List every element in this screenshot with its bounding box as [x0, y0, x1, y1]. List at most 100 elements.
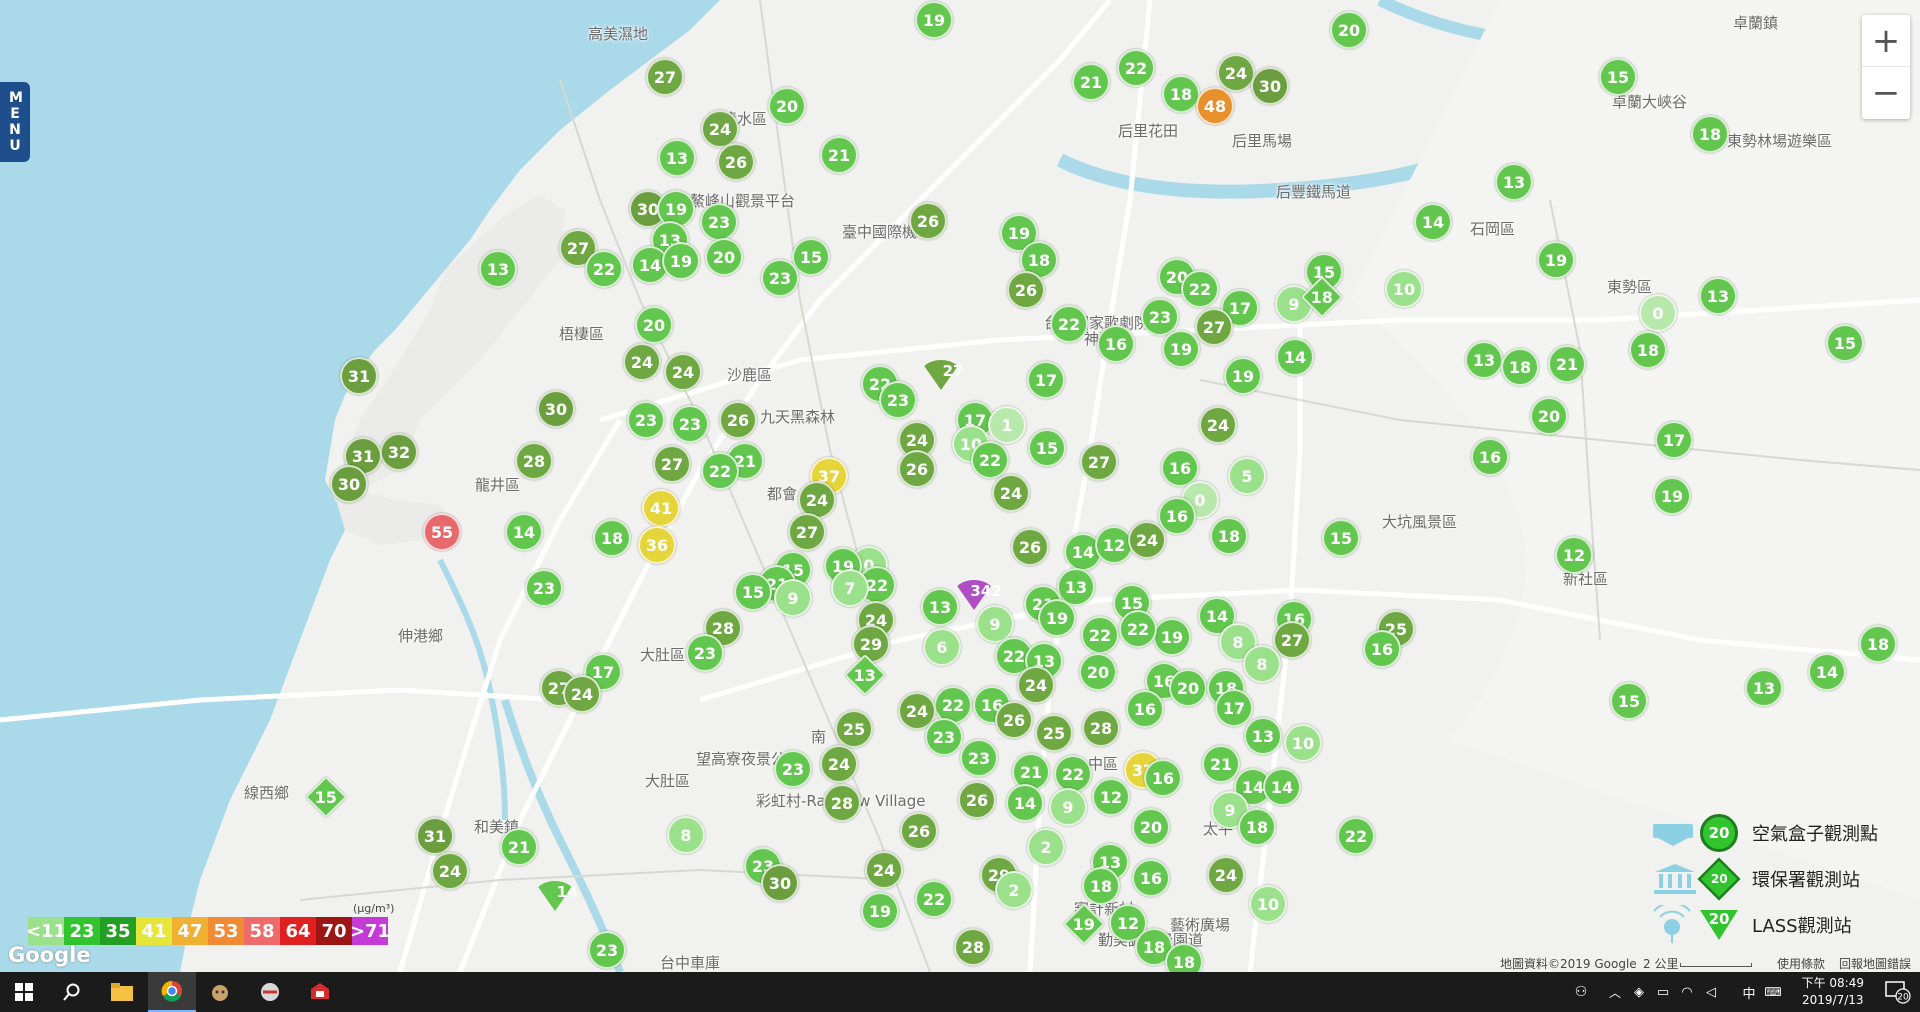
- airbox-marker[interactable]: 18: [1210, 517, 1248, 555]
- app-icon[interactable]: [196, 972, 244, 1012]
- airbox-marker[interactable]: 20: [635, 306, 673, 344]
- airbox-marker[interactable]: 48: [1196, 87, 1234, 125]
- airbox-marker[interactable]: 2: [1027, 828, 1065, 866]
- file-explorer-icon[interactable]: [98, 972, 146, 1012]
- chevron-up-icon[interactable]: ︿: [1604, 972, 1626, 1012]
- airbox-marker[interactable]: 22: [1081, 616, 1119, 654]
- airbox-marker[interactable]: 28: [823, 784, 861, 822]
- airbox-marker[interactable]: 22: [1337, 817, 1375, 855]
- airbox-marker[interactable]: 22: [701, 452, 739, 490]
- ime-indicator[interactable]: 中: [1738, 972, 1760, 1012]
- airbox-marker[interactable]: 20: [1169, 669, 1207, 707]
- wifi-icon[interactable]: ◠: [1676, 972, 1698, 1012]
- airbox-marker[interactable]: 12: [1092, 778, 1130, 816]
- menu-button[interactable]: MENU: [0, 82, 30, 162]
- airbox-marker[interactable]: 20: [1530, 397, 1568, 435]
- airbox-marker[interactable]: 21: [820, 136, 858, 174]
- airbox-marker[interactable]: 1: [988, 406, 1026, 444]
- airbox-marker[interactable]: 27: [1195, 308, 1233, 346]
- airbox-marker[interactable]: 18: [1162, 75, 1200, 113]
- windows-start-icon[interactable]: [0, 972, 48, 1012]
- airbox-marker[interactable]: 23: [700, 203, 738, 241]
- airbox-marker[interactable]: 29: [852, 625, 890, 663]
- airbox-marker[interactable]: 19: [1162, 330, 1200, 368]
- airbox-marker[interactable]: 20: [768, 87, 806, 125]
- airbox-marker[interactable]: 17: [1027, 361, 1065, 399]
- airbox-marker[interactable]: 22: [585, 250, 623, 288]
- airbox-marker[interactable]: 19: [1653, 477, 1691, 515]
- airbox-marker[interactable]: 13: [1244, 717, 1282, 755]
- airbox-marker[interactable]: 26: [909, 202, 947, 240]
- airbox-marker[interactable]: 22: [1054, 755, 1092, 793]
- airbox-marker[interactable]: 28: [954, 928, 992, 966]
- airbox-marker[interactable]: 20: [1132, 808, 1170, 846]
- airbox-marker[interactable]: 16: [1158, 497, 1196, 535]
- map-data-credit[interactable]: 地圖資料©2019 Google: [1500, 955, 1637, 972]
- airbox-marker[interactable]: 26: [898, 450, 936, 488]
- airbox-marker[interactable]: 23: [588, 931, 626, 969]
- airbox-marker[interactable]: 16: [1132, 859, 1170, 897]
- airbox-marker[interactable]: 30: [761, 864, 799, 902]
- airbox-marker[interactable]: 19: [1224, 357, 1262, 395]
- airbox-marker[interactable]: 24: [664, 353, 702, 391]
- volume-icon[interactable]: ◁: [1700, 972, 1722, 1012]
- airbox-marker[interactable]: 31: [340, 357, 378, 395]
- airbox-marker[interactable]: 10: [1385, 270, 1423, 308]
- airbox-marker[interactable]: 14: [1808, 653, 1846, 691]
- airbox-marker[interactable]: 8: [1243, 645, 1281, 683]
- airbox-marker[interactable]: 31: [416, 817, 454, 855]
- chrome-icon[interactable]: [148, 972, 196, 1012]
- airbox-marker[interactable]: 26: [995, 701, 1033, 739]
- airbox-marker[interactable]: 15: [1322, 519, 1360, 557]
- zoom-in-button[interactable]: +: [1862, 15, 1910, 67]
- airbox-marker[interactable]: 13: [1745, 669, 1783, 707]
- people-icon[interactable]: ⚇: [1566, 972, 1596, 1012]
- airbox-marker[interactable]: 14: [1263, 768, 1301, 806]
- airbox-marker[interactable]: 21: [1202, 745, 1240, 783]
- airbox-marker[interactable]: 24: [431, 852, 469, 890]
- airbox-marker[interactable]: 26: [1007, 271, 1045, 309]
- airbox-marker[interactable]: 18: [1629, 331, 1667, 369]
- airbox-marker[interactable]: 30: [330, 465, 368, 503]
- airbox-marker[interactable]: 18: [1501, 348, 1539, 386]
- airbox-marker[interactable]: 20: [1330, 11, 1368, 49]
- airbox-marker[interactable]: 24: [1217, 54, 1255, 92]
- airbox-marker[interactable]: 2: [995, 871, 1033, 909]
- airbox-marker[interactable]: 5: [1228, 457, 1266, 495]
- airbox-marker[interactable]: 41: [642, 489, 680, 527]
- airbox-marker[interactable]: 20: [1079, 653, 1117, 691]
- airbox-marker[interactable]: 6: [923, 628, 961, 666]
- airbox-marker[interactable]: 18: [1082, 867, 1120, 905]
- airbox-marker[interactable]: 10: [1284, 724, 1322, 762]
- airbox-marker[interactable]: 9: [1049, 788, 1087, 826]
- airbox-marker[interactable]: 26: [717, 143, 755, 181]
- airbox-marker[interactable]: 23: [925, 718, 963, 756]
- zoom-out-button[interactable]: −: [1862, 67, 1910, 119]
- airbox-marker[interactable]: 27: [1080, 443, 1118, 481]
- airbox-marker[interactable]: 15: [1610, 682, 1648, 720]
- app-icon[interactable]: [296, 972, 344, 1012]
- airbox-marker[interactable]: 14: [1276, 338, 1314, 376]
- airbox-marker[interactable]: 23: [761, 259, 799, 297]
- airbox-marker[interactable]: 18: [1691, 115, 1729, 153]
- airbox-marker[interactable]: 10: [1249, 885, 1287, 923]
- airbox-marker[interactable]: 14: [505, 513, 543, 551]
- airbox-marker[interactable]: 22: [971, 441, 1009, 479]
- airbox-marker[interactable]: 17: [1655, 421, 1693, 459]
- airbox-marker[interactable]: 27: [646, 58, 684, 96]
- keyboard-icon[interactable]: ⌨: [1762, 972, 1784, 1012]
- airbox-marker[interactable]: 13: [658, 139, 696, 177]
- airbox-marker[interactable]: 14: [1414, 203, 1452, 241]
- airbox-marker[interactable]: 16: [1471, 438, 1509, 476]
- airbox-marker[interactable]: 28: [515, 442, 553, 480]
- airbox-marker[interactable]: 24: [1199, 406, 1237, 444]
- app-icon[interactable]: [246, 972, 294, 1012]
- airbox-marker[interactable]: 9: [774, 579, 812, 617]
- airbox-marker[interactable]: 27: [788, 513, 826, 551]
- airbox-marker[interactable]: 13: [1699, 277, 1737, 315]
- airbox-marker[interactable]: 22: [1181, 270, 1219, 308]
- airbox-marker[interactable]: 24: [1128, 521, 1166, 559]
- airbox-marker[interactable]: 16: [1144, 759, 1182, 797]
- airbox-marker[interactable]: 12: [1555, 536, 1593, 574]
- airbox-marker[interactable]: 24: [865, 851, 903, 889]
